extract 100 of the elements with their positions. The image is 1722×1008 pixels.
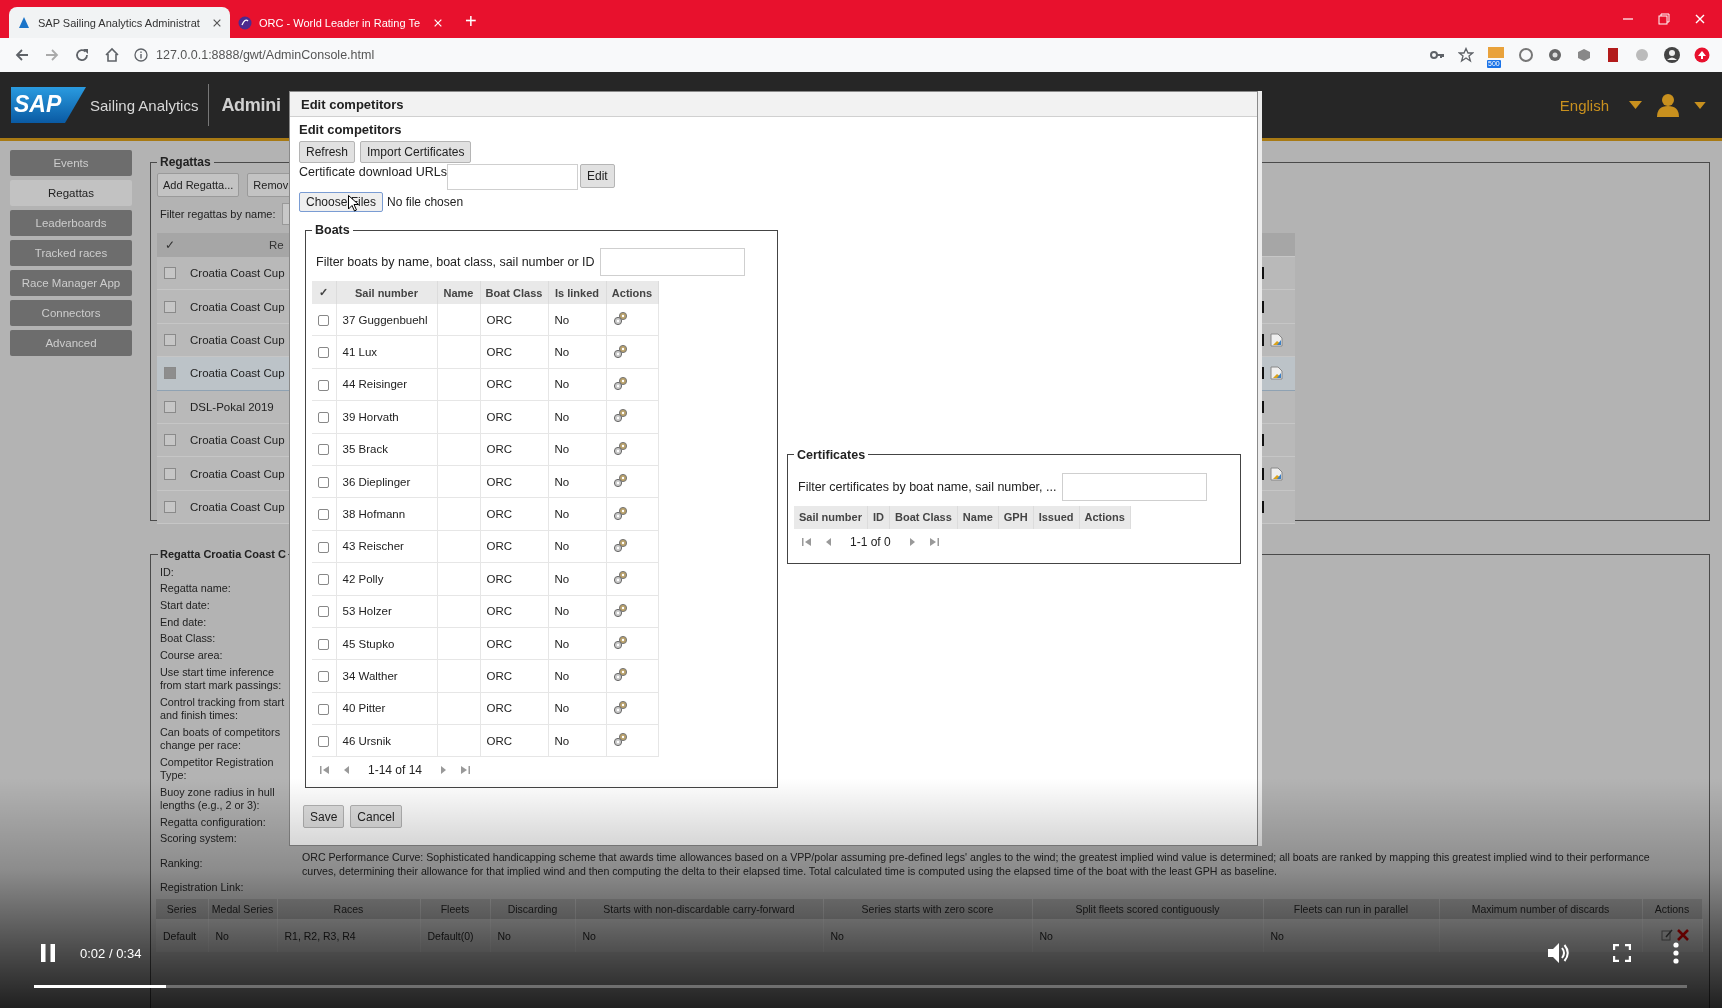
disc-icon[interactable] <box>1547 47 1563 63</box>
checkbox[interactable] <box>318 379 330 391</box>
checkbox[interactable] <box>164 367 176 380</box>
fullscreen-icon[interactable] <box>1613 944 1631 962</box>
checkbox[interactable] <box>318 476 330 488</box>
table-cell: 53 Holzer <box>336 595 437 628</box>
table-cell: 36 Dieplinger <box>336 465 437 498</box>
table-row[interactable]: Croatia Coast Cup <box>157 457 289 491</box>
caret-icon[interactable] <box>1694 101 1706 109</box>
gears-icon[interactable] <box>612 732 628 748</box>
table-row[interactable]: Croatia Coast Cup <box>157 357 289 391</box>
column-header: Actions <box>606 281 658 304</box>
column-header: Name <box>437 281 480 304</box>
volume-icon[interactable] <box>1547 942 1571 964</box>
gears-icon[interactable] <box>612 311 628 327</box>
avatar-icon[interactable] <box>1663 46 1681 64</box>
new-tab-button[interactable]: + <box>465 10 477 33</box>
forward-icon[interactable] <box>44 47 60 63</box>
checkbox[interactable] <box>318 444 330 456</box>
document-icon[interactable] <box>1270 332 1283 347</box>
gears-icon[interactable] <box>612 602 628 618</box>
browser-tab[interactable]: ORC - World Leader in Rating Te <box>230 7 451 38</box>
checkbox[interactable] <box>318 703 330 715</box>
progress-track[interactable] <box>34 985 1687 988</box>
section-heading: Edit competitors <box>299 121 403 139</box>
checkbox[interactable] <box>318 574 330 586</box>
checkbox[interactable] <box>318 541 330 553</box>
table-row[interactable]: Croatia Coast Cup <box>157 257 289 291</box>
filter-field[interactable] <box>1062 472 1208 501</box>
column-header: Series starts with zero score <box>823 899 1032 920</box>
document-icon[interactable] <box>1270 366 1283 381</box>
toolbar-button[interactable]: Refresh <box>299 141 356 163</box>
close-icon[interactable] <box>212 17 222 28</box>
checkbox[interactable] <box>164 400 176 413</box>
checkbox[interactable] <box>318 412 330 424</box>
caret-icon[interactable] <box>1629 101 1642 109</box>
gears-icon[interactable] <box>612 408 628 424</box>
star-icon[interactable] <box>1458 47 1474 63</box>
ring-icon[interactable] <box>1518 47 1534 63</box>
gears-icon[interactable] <box>612 635 628 651</box>
gears-icon[interactable] <box>612 699 628 715</box>
table-row[interactable]: Croatia Coast Cup <box>157 323 289 358</box>
table-cell: ORC <box>480 335 548 369</box>
checkbox[interactable] <box>164 500 176 513</box>
language-selector[interactable]: English <box>1559 96 1609 114</box>
home-icon[interactable] <box>104 47 120 63</box>
edit-button[interactable]: Edit <box>580 164 615 188</box>
checkbox[interactable] <box>164 434 176 447</box>
pause-icon[interactable] <box>40 944 56 962</box>
gears-icon[interactable] <box>612 375 628 391</box>
gears-icon[interactable] <box>612 440 628 456</box>
gears-icon[interactable] <box>612 343 628 359</box>
filter-field[interactable] <box>599 248 745 276</box>
url-field[interactable] <box>447 164 578 190</box>
gears-icon[interactable] <box>612 570 628 586</box>
gears-icon[interactable] <box>612 473 628 489</box>
gears-icon[interactable] <box>612 667 628 683</box>
checkbox[interactable] <box>318 347 330 359</box>
dialog-button[interactable]: Cancel <box>350 805 402 829</box>
table-cell: No <box>548 368 606 401</box>
checkbox[interactable] <box>164 300 176 313</box>
toolbar-button[interactable]: Add Regatta... <box>157 173 240 197</box>
table-cell: No <box>548 335 606 369</box>
nav-item[interactable]: Regattas <box>10 180 132 206</box>
browser-tab[interactable]: SAP Sailing Analytics Administrat <box>9 7 230 38</box>
table-cell: No <box>548 562 606 595</box>
table-row[interactable]: Croatia Coast Cup <box>157 423 289 458</box>
more-icon[interactable] <box>1673 942 1679 964</box>
round-logo-icon <box>238 15 252 30</box>
info-icon[interactable] <box>134 48 148 62</box>
document-icon[interactable] <box>1270 466 1283 481</box>
table-row[interactable]: Croatia Coast Cup <box>157 290 289 324</box>
delete-icon[interactable] <box>1677 928 1689 941</box>
table-cell: ORC <box>480 530 548 563</box>
checkbox[interactable] <box>318 314 330 326</box>
address-field[interactable]: 127.0.0.1:8888/gwt/AdminConsole.html <box>156 48 375 62</box>
cube-icon[interactable] <box>1576 47 1592 63</box>
reload-icon[interactable] <box>74 47 90 63</box>
restore-icon[interactable] <box>1658 13 1670 25</box>
table-row[interactable]: DSL-Pokal 2019 <box>157 390 289 424</box>
checkbox[interactable] <box>318 606 330 618</box>
checkbox[interactable] <box>164 267 176 280</box>
checkbox[interactable] <box>164 467 176 480</box>
back-icon[interactable] <box>14 47 30 63</box>
checkbox[interactable] <box>318 638 330 650</box>
toolbar-button[interactable]: Import Certificates <box>360 141 472 163</box>
table-cell: ORC <box>480 368 548 401</box>
field-label: End date: <box>160 614 208 630</box>
checkbox[interactable] <box>318 509 330 521</box>
gears-icon[interactable] <box>612 537 628 553</box>
checkbox[interactable] <box>318 671 330 683</box>
checkbox[interactable] <box>164 333 176 346</box>
edit-icon[interactable] <box>1661 928 1673 941</box>
dialog-button[interactable]: Save <box>303 805 345 829</box>
checkbox[interactable] <box>318 736 330 747</box>
table-row[interactable]: Croatia Coast Cup <box>157 490 289 525</box>
column-header: Boat Class <box>480 281 548 304</box>
user-icon[interactable] <box>1656 93 1680 117</box>
document-icon[interactable] <box>1605 47 1621 63</box>
gears-icon[interactable] <box>612 505 628 521</box>
